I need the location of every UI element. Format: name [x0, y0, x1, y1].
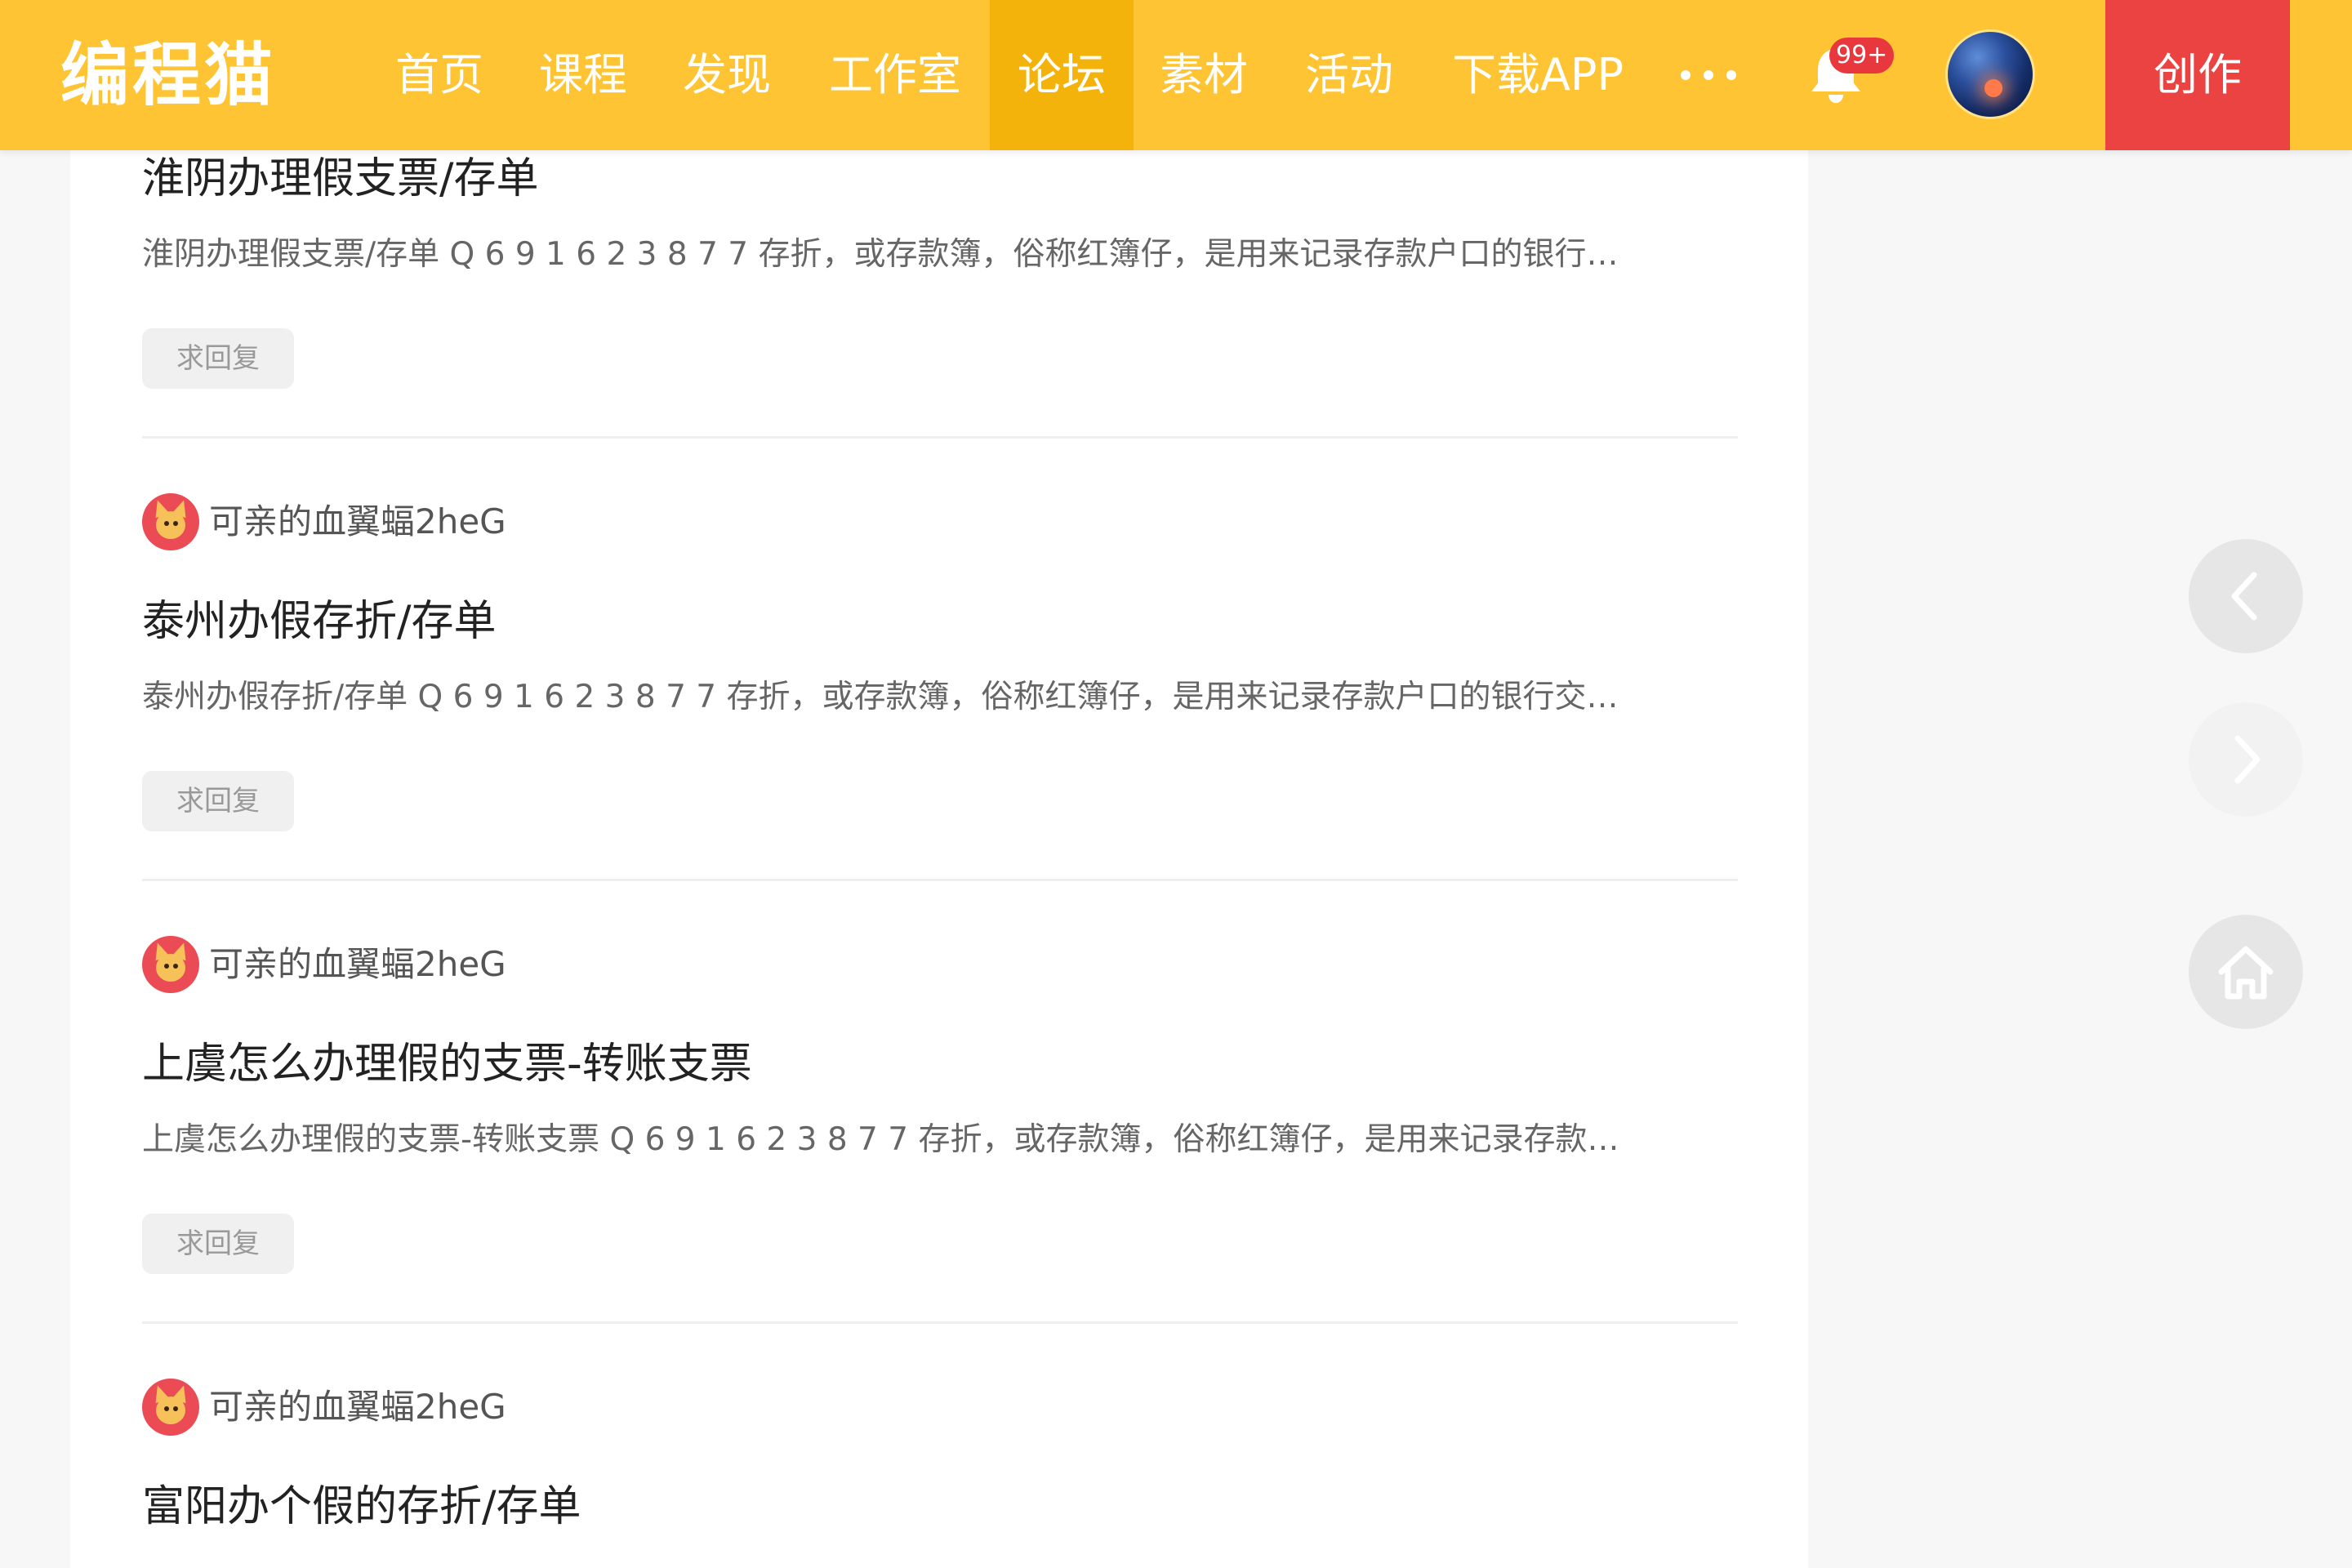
create-button[interactable]: 创作 — [2105, 0, 2290, 150]
nav-home[interactable]: 首页 — [379, 0, 500, 150]
home-icon — [2218, 946, 2274, 1000]
post-title[interactable]: 泰州办假存折/存单 — [142, 593, 497, 650]
post-title[interactable]: 上虞怎么办理假的支票-转账支票 — [142, 1036, 752, 1093]
nav-materials[interactable]: 素材 — [1143, 0, 1264, 150]
post-title[interactable]: 富阳办个假的存折/存单 — [142, 1478, 581, 1535]
divider — [142, 879, 1738, 881]
post-tag[interactable]: 求回复 — [142, 328, 294, 389]
post-tag[interactable]: 求回复 — [142, 1214, 294, 1274]
forum-post-list: 淮阴办理假支票/存单 淮阴办理假支票/存单 Q 6 9 1 6 2 3 8 7 … — [70, 0, 1808, 1568]
author-name[interactable]: 可亲的血翼蝠2heG — [209, 1379, 506, 1436]
post-author[interactable]: 可亲的血翼蝠2heG — [142, 936, 795, 993]
post-summary: 淮阴办理假支票/存单 Q 6 9 1 6 2 3 8 7 7 存折，或存款簿，俗… — [142, 236, 1619, 273]
more-dots-icon[interactable] — [1676, 65, 1741, 85]
post-author[interactable]: 可亲的血翼蝠2heG — [142, 1379, 795, 1436]
nav-download-app[interactable]: 下载APP — [1446, 0, 1630, 150]
author-name[interactable]: 可亲的血翼蝠2heG — [209, 493, 506, 550]
notification-badge: 99+ — [1829, 38, 1895, 74]
chevron-left-icon — [2231, 572, 2257, 621]
nav-activities[interactable]: 活动 — [1289, 0, 1410, 150]
divider — [142, 1321, 1738, 1324]
home-button[interactable] — [2189, 915, 2303, 1029]
nav-studio[interactable]: 工作室 — [813, 0, 977, 150]
nav-discover[interactable]: 发现 — [666, 0, 787, 150]
avatar[interactable] — [142, 1379, 199, 1436]
scroll-next-button[interactable] — [2189, 702, 2303, 817]
site-logo[interactable]: 编程猫 — [60, 38, 276, 113]
scroll-prev-button[interactable] — [2189, 539, 2303, 653]
post-tag[interactable]: 求回复 — [142, 771, 294, 831]
top-navbar: 编程猫 首页 课程 发现 工作室 论坛 素材 活动 下载APP 99+ 创作 — [0, 0, 2352, 150]
nav-forum[interactable]: 论坛 — [990, 0, 1134, 150]
post-summary: 上虞怎么办理假的支票-转账支票 Q 6 9 1 6 2 3 8 7 7 存折，或… — [142, 1121, 1619, 1158]
post-author[interactable]: 可亲的血翼蝠2heG — [142, 493, 795, 550]
author-name[interactable]: 可亲的血翼蝠2heG — [209, 936, 506, 993]
post-title[interactable]: 淮阴办理假支票/存单 — [142, 150, 539, 207]
post-summary: 泰州办假存折/存单 Q 6 9 1 6 2 3 8 7 7 存折，或存款簿，俗称… — [142, 679, 1619, 715]
user-avatar[interactable] — [1945, 29, 2035, 119]
chevron-right-icon — [2234, 735, 2261, 784]
avatar[interactable] — [142, 493, 199, 550]
divider — [142, 436, 1738, 439]
nav-courses[interactable]: 课程 — [523, 0, 644, 150]
avatar[interactable] — [142, 936, 199, 993]
